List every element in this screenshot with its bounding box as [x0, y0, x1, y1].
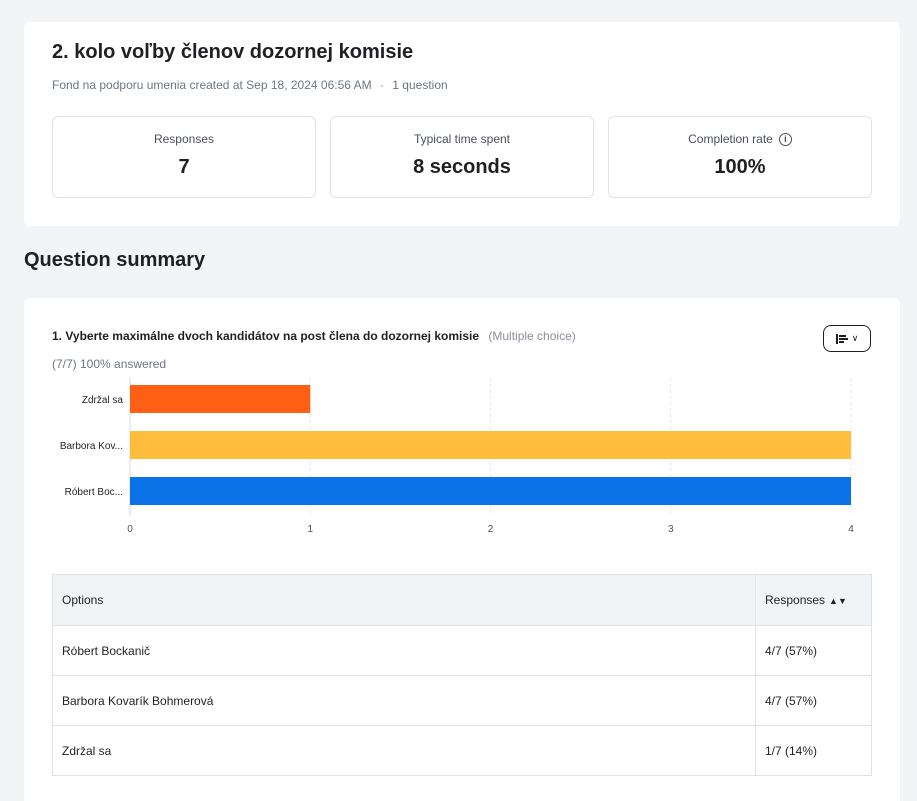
option-responses: 4/7 (57%) — [755, 675, 872, 726]
stat-time-value: 8 seconds — [413, 156, 511, 178]
responses-header[interactable]: Responses ▲▼ — [755, 574, 872, 626]
chart-tick-label: 3 — [668, 524, 674, 535]
chart-tick-label: 4 — [848, 524, 854, 535]
survey-title: 2. kolo voľby členov dozornej komisie — [52, 41, 414, 63]
chart-bar — [130, 431, 851, 459]
stat-responses-value: 7 — [178, 156, 190, 178]
stat-time-spent: Typical time spent 8 seconds — [330, 116, 594, 198]
chevron-down-icon: ∨ — [851, 333, 859, 343]
stat-responses: Responses 7 — [52, 116, 316, 198]
table-row: Barbora Kovarík Bohmerová 4/7 (57%) — [52, 675, 872, 726]
options-table: Options Responses ▲▼ Róbert Bockanič 4/7 … — [52, 574, 872, 776]
options-header: Options — [52, 574, 756, 626]
option-responses: 1/7 (14%) — [755, 725, 872, 776]
survey-header-card: 2. kolo voľby členov dozornej komisie Fo… — [24, 22, 900, 226]
option-responses: 4/7 (57%) — [755, 625, 872, 676]
question-card: 1. Vyberte maximálne dvoch kandidátov na… — [24, 298, 900, 801]
stat-completion-label: Completion rate — [688, 132, 773, 146]
chart-tick-label: 2 — [488, 524, 494, 535]
option-name: Barbora Kovarík Bohmerová — [52, 675, 756, 726]
created-label: created at — [189, 78, 243, 92]
sort-icon[interactable]: ▲▼ — [829, 596, 847, 606]
section-title: Question summary — [24, 249, 206, 271]
table-header-row: Options Responses ▲▼ — [52, 574, 872, 626]
bar-chart-icon — [835, 333, 848, 344]
chart-bar — [130, 477, 851, 505]
chart-category-label: Róbert Boc... — [65, 487, 123, 498]
question-title: 1. Vyberte maximálne dvoch kandidátov na… — [52, 329, 576, 343]
question-text: Vyberte maximálne dvoch kandidátov na po… — [65, 329, 480, 343]
survey-owner: Fond na podporu umenia — [52, 78, 187, 92]
chart-tick-label: 0 — [127, 524, 133, 535]
table-row: Zdržal sa 1/7 (14%) — [52, 725, 872, 776]
chart-type-toggle[interactable]: ∨ — [823, 325, 871, 352]
chart-category-label: Barbora Kov... — [60, 441, 123, 452]
stat-completion-rate: Completion rate i 100% — [608, 116, 872, 198]
survey-meta: Fond na podporu umenia created at Sep 18… — [52, 78, 448, 92]
stat-responses-label: Responses — [153, 132, 215, 146]
options-header-label: Options — [62, 593, 104, 607]
chart-category-label: Zdržal sa — [82, 395, 124, 406]
question-count: 1 question — [392, 78, 448, 92]
info-icon[interactable]: i — [778, 132, 792, 146]
meta-separator: · — [379, 78, 384, 92]
created-date: Sep 18, 2024 06:56 AM — [246, 78, 372, 92]
chart-bar — [130, 385, 311, 413]
option-name: Zdržal sa — [52, 725, 756, 776]
question-number: 1. — [52, 329, 63, 343]
stat-time-label: Typical time spent — [413, 132, 511, 146]
responses-header-label: Responses — [765, 593, 826, 607]
question-type: (Multiple choice) — [488, 329, 576, 343]
table-row: Róbert Bockanič 4/7 (57%) — [52, 625, 872, 676]
option-name: Róbert Bockanič — [52, 625, 756, 676]
stat-completion-value: 100% — [714, 156, 766, 178]
bar-chart: Zdržal sa Barbora Kov... Róbert Boc... 0 1 2 3… — [60, 378, 854, 535]
chart-tick-label: 1 — [307, 524, 313, 535]
